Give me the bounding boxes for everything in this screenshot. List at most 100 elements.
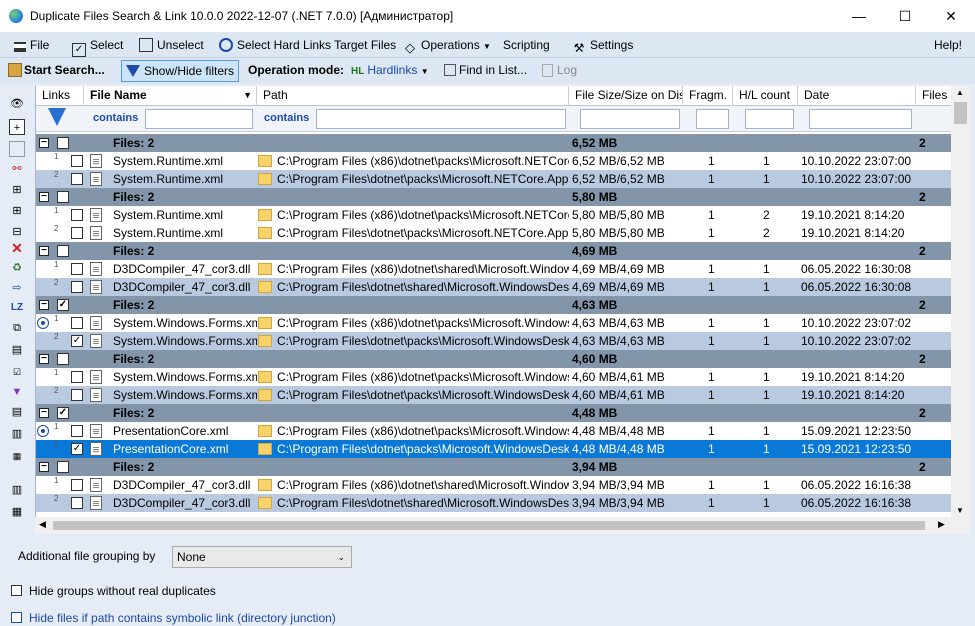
file-row[interactable]: 2 ✓ System.Windows.Forms.xml C:\Program Fil… <box>36 332 951 350</box>
col-path[interactable]: Path <box>257 86 569 106</box>
horizontal-scrollbar[interactable]: ◀ ▶ <box>35 517 951 534</box>
file-checkbox[interactable] <box>71 263 83 275</box>
file-checkbox[interactable] <box>71 389 83 401</box>
menu-operations[interactable]: ◇ Operations ▼ <box>403 37 491 55</box>
add-copy-icon[interactable]: + <box>9 119 25 135</box>
scroll-thumb[interactable] <box>954 102 967 124</box>
lz-icon[interactable]: LZ <box>9 300 25 316</box>
file-row[interactable]: 2 ✓ PresentationCore.xml C:\Program Files\d… <box>36 440 951 458</box>
scroll-up-icon[interactable]: ▲ <box>956 88 964 97</box>
file-checkbox[interactable]: ✓ <box>71 335 83 347</box>
link-icon[interactable]: ⚯ <box>9 161 25 177</box>
menu-settings[interactable]: ⚒ Settings <box>572 37 634 55</box>
file-row[interactable]: 1 System.Windows.Forms.xml C:\Program File… <box>36 314 951 332</box>
h-scroll-thumb[interactable] <box>53 521 925 530</box>
ext-icon[interactable]: ▦ <box>9 448 25 464</box>
group-checkbox[interactable] <box>57 137 69 149</box>
name-filter-op[interactable]: contains <box>93 112 138 124</box>
collapse-icon[interactable]: − <box>39 300 49 310</box>
path-filter-input[interactable] <box>316 109 566 129</box>
copy-icon[interactable] <box>9 141 25 157</box>
column-icon[interactable]: ▥ <box>9 482 25 498</box>
master-radio-icon[interactable] <box>37 425 49 437</box>
collapse-icon[interactable]: − <box>39 246 49 256</box>
find-in-list-button[interactable]: Find in List... <box>440 60 531 82</box>
group-row[interactable]: − Files: 2 4,69 MB 2 <box>36 242 951 260</box>
name-filter-input[interactable] <box>145 109 253 129</box>
recycle-icon[interactable]: ♻ <box>9 260 25 276</box>
scroll-left-icon[interactable]: ◀ <box>39 519 46 530</box>
file-row[interactable]: 1 PresentationCore.xml C:\Program Files (x… <box>36 422 951 440</box>
collapse-icon[interactable]: − <box>39 192 49 202</box>
file-checkbox[interactable] <box>71 173 83 185</box>
group-row[interactable]: − Files: 2 3,94 MB 2 <box>36 458 951 476</box>
select-group-icon[interactable]: ⊞ <box>9 182 25 198</box>
col-size[interactable]: File Size/Size on Disk <box>569 86 683 106</box>
menu-file[interactable]: File <box>14 37 49 54</box>
path-filter-op[interactable]: contains <box>264 112 309 124</box>
file-row[interactable]: 2 D3DCompiler_47_cor3.dll C:\Program Files… <box>36 278 951 296</box>
col-files[interactable]: Files <box>916 86 951 106</box>
group-row[interactable]: − Files: 2 4,60 MB 2 <box>36 350 951 368</box>
operation-mode-dropdown[interactable]: HL Hardlinks ▼ <box>347 60 433 82</box>
group-checkbox[interactable] <box>57 191 69 203</box>
group-row[interactable]: − ✓ Files: 2 4,48 MB 2 <box>36 404 951 422</box>
file-checkbox[interactable] <box>71 155 83 167</box>
ext-check-icon[interactable]: ☑ <box>9 364 25 380</box>
hide-symlink-checkbox[interactable] <box>11 612 22 623</box>
collapse-icon[interactable]: − <box>39 138 49 148</box>
menu-scripting[interactable]: Scripting <box>503 37 550 54</box>
grouping-select[interactable]: None ⌄ <box>172 546 352 568</box>
group-checkbox[interactable]: ✓ <box>57 299 69 311</box>
maximize-button[interactable]: ☐ <box>882 0 928 32</box>
fragm-filter-input[interactable] <box>696 109 729 129</box>
group-checkbox[interactable] <box>57 353 69 365</box>
start-search-button[interactable]: Start Search... <box>4 60 109 82</box>
select-other-icon[interactable]: ⊟ <box>9 224 25 240</box>
menu-select[interactable]: ✓ Select <box>72 37 123 57</box>
group-checkbox[interactable] <box>57 245 69 257</box>
group-row[interactable]: − ✓ Files: 2 4,63 MB 2 <box>36 296 951 314</box>
group-checkbox[interactable] <box>57 461 69 473</box>
file-checkbox[interactable] <box>71 227 83 239</box>
file-checkbox[interactable] <box>71 281 83 293</box>
file-row[interactable]: 1 System.Windows.Forms.xml C:\Program File… <box>36 368 951 386</box>
col-file-name[interactable]: File Name ▼ <box>84 86 257 106</box>
file-row[interactable]: 1 D3DCompiler_47_cor3.dll C:\Program Files… <box>36 476 951 494</box>
date-filter-input[interactable] <box>809 109 912 129</box>
collapse-icon[interactable]: − <box>39 408 49 418</box>
file-checkbox[interactable] <box>71 497 83 509</box>
hide-groups-checkbox[interactable] <box>11 585 22 596</box>
menu-help[interactable]: Help! <box>934 37 962 54</box>
film-strip2-icon[interactable]: ▥ <box>9 426 25 442</box>
file-row[interactable]: 2 System.Runtime.xml C:\Program Files\dotn… <box>36 170 951 188</box>
group-row[interactable]: − Files: 2 6,52 MB 2 <box>36 134 951 152</box>
hl-filter-input[interactable] <box>745 109 794 129</box>
file-row[interactable]: 2 D3DCompiler_47_cor3.dll C:\Program Files… <box>36 494 951 512</box>
file-row[interactable]: 1 System.Runtime.xml C:\Program Files (x86… <box>36 206 951 224</box>
file-row[interactable]: 2 System.Windows.Forms.xml C:\Program File… <box>36 386 951 404</box>
menu-unselect[interactable]: Unselect <box>139 37 204 54</box>
col-links[interactable]: Links <box>36 86 84 106</box>
vertical-scrollbar[interactable]: ▲ ▼ <box>951 86 970 534</box>
group-row[interactable]: − Files: 2 5,80 MB 2 <box>36 188 951 206</box>
grid-icon[interactable]: ▦ <box>9 504 25 520</box>
file-row[interactable]: 1 System.Runtime.xml C:\Program Files (x86… <box>36 152 951 170</box>
file-checkbox[interactable] <box>71 317 83 329</box>
size-filter-input[interactable] <box>580 109 680 129</box>
file-checkbox[interactable] <box>71 479 83 491</box>
delete-icon[interactable]: ✕ <box>9 240 25 256</box>
menu-select-hard-links[interactable]: Select Hard Links Target Files <box>219 37 396 54</box>
file-checkbox[interactable]: ✓ <box>71 443 83 455</box>
minimize-button[interactable]: — <box>836 0 882 32</box>
master-radio-icon[interactable] <box>37 317 49 329</box>
log-button[interactable]: Log <box>538 60 581 82</box>
col-hl-count[interactable]: H/L count <box>733 86 798 106</box>
file-row[interactable]: 1 D3DCompiler_47_cor3.dll C:\Program Files… <box>36 260 951 278</box>
collapse-icon[interactable]: − <box>39 462 49 472</box>
select-all-icon[interactable]: ⊞ <box>9 203 25 219</box>
film-strip-icon[interactable]: ▤ <box>9 404 25 420</box>
scroll-down-icon[interactable]: ▼ <box>956 506 964 515</box>
group-checkbox[interactable]: ✓ <box>57 407 69 419</box>
copy-dropdown-icon[interactable]: ⧉ <box>9 320 25 336</box>
